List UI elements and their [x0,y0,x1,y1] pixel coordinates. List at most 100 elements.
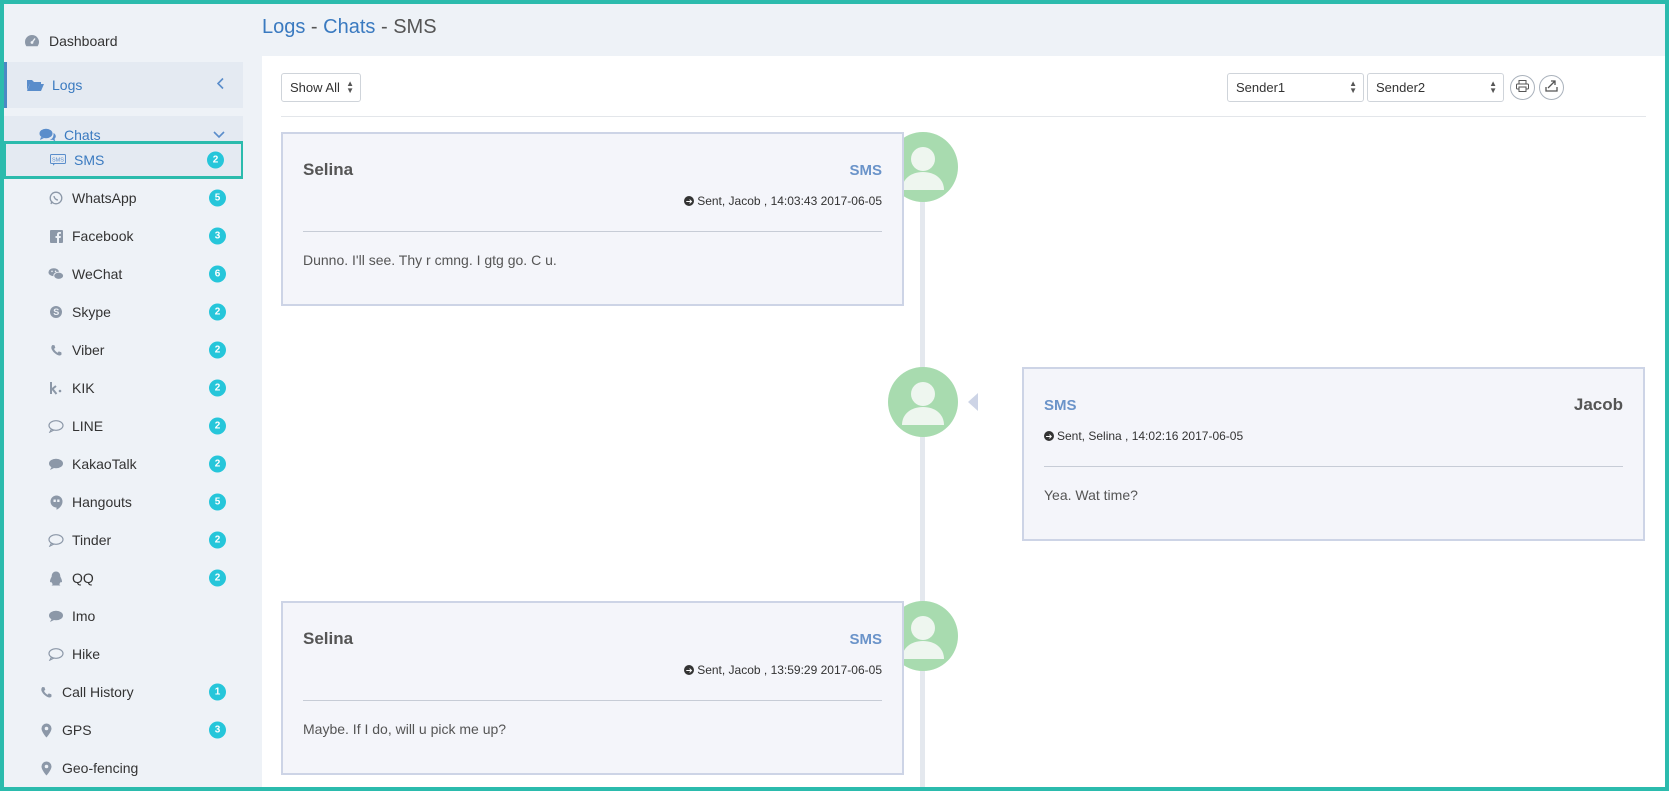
count-badge: 2 [209,303,226,321]
comment-icon [48,458,64,471]
map-marker-icon [38,761,54,776]
sidebar-item-label: Facebook [72,228,134,244]
sidebar-item-label: KIK [72,380,95,396]
comment-icon [48,610,64,623]
sender1-select-value: Sender1 [1236,80,1286,95]
sidebar-item-label: Imo [72,608,96,624]
wechat-icon [48,267,64,281]
message-sender: Selina [303,629,354,648]
count-badge: 6 [209,265,226,283]
sidebar-item-geofencing[interactable]: Geo-fencing [4,749,243,787]
sidebar-item-logs[interactable]: Logs [4,62,243,108]
count-badge: 2 [209,341,226,359]
breadcrumb-current: SMS [393,16,437,38]
sidebar-item-imo[interactable]: Imo [4,597,243,635]
select-arrows-icon: ▲ ▼ [1489,79,1497,95]
sidebar-item-line[interactable]: LINE 2 [4,407,243,445]
kik-icon [48,381,64,395]
export-button[interactable] [1539,75,1564,100]
sidebar-item-hike[interactable]: Hike [4,635,243,673]
comment-outline-icon [48,533,64,547]
sidebar-item-label: Dashboard [49,33,118,49]
print-icon [1516,79,1529,97]
sidebar-item-kik[interactable]: KIK 2 [4,369,243,407]
select-arrows-icon: ▲ ▼ [346,79,354,95]
phone-icon [38,686,54,699]
sidebar-item-label: Skype [72,304,111,320]
sidebar-item-label: Viber [72,342,105,358]
select-arrows-icon: ▲ ▼ [1349,79,1357,95]
sidebar-item-label: Call History [62,684,134,700]
message-meta-text: Sent, Jacob , 13:59:29 2017-06-05 [697,663,882,677]
sidebar-item-wechat[interactable]: WeChat 6 [4,255,243,293]
sidebar-item-whatsapp[interactable]: WhatsApp 5 [4,179,243,217]
message-channel: SMS [1044,397,1077,414]
chevron-left-icon [216,77,225,93]
comment-outline-icon [48,419,64,433]
sidebar-item-label: QQ [72,570,94,586]
message-meta: ➔ Sent, Jacob , 14:03:43 2017-06-05 [684,194,882,208]
phone-icon [48,344,64,357]
message-channel: SMS [849,162,882,179]
hangouts-icon [48,495,64,510]
sidebar-item-dashboard[interactable]: Dashboard [4,22,243,60]
count-badge: 3 [209,721,226,739]
count-badge: 2 [209,417,226,435]
sidebar-item-facebook[interactable]: Facebook 3 [4,217,243,255]
sidebar-item-call-history[interactable]: Call History 1 [4,673,243,711]
sidebar-item-tinder[interactable]: Tinder 2 [4,521,243,559]
message-text: Maybe. If I do, will u pick me up? [303,721,507,737]
map-marker-icon [38,723,54,738]
count-badge: 2 [209,455,226,473]
message-text: Dunno. I'll see. Thy r cmng. I gtg go. C… [303,252,557,268]
avatar [888,367,958,437]
toolbar-divider [281,116,1646,117]
sidebar-item-label: Hike [72,646,101,662]
message-sender: Jacob [1573,395,1623,414]
sender2-select[interactable]: Sender2 ▲ ▼ [1367,73,1504,102]
message-divider [1044,466,1623,467]
message-card: Selina SMS ➔ Sent, Jacob , 14:03:43 2017… [281,132,904,306]
sidebar-item-gps[interactable]: GPS 3 [4,711,243,749]
sidebar-item-sms[interactable]: SMS SMS 2 [4,141,243,179]
sidebar-item-label: Geo-fencing [62,760,139,776]
sidebar-item-label: Tinder [72,532,112,548]
message-card: SMS Jacob ➔ Sent, Selina , 14:02:16 2017… [1022,367,1645,541]
message-divider [303,700,882,701]
main-content: Logs - Chats - SMS Show All ▲ ▼ Sender1 ▲… [243,4,1665,787]
sidebar-item-label: WhatsApp [72,190,137,206]
message-meta: ➔ Sent, Jacob , 13:59:29 2017-06-05 [684,663,882,677]
breadcrumb-separator: - [375,16,394,38]
message-sender: Selina [303,160,354,179]
sidebar-item-kakaotalk[interactable]: KakaoTalk 2 [4,445,243,483]
count-badge: 5 [209,493,226,511]
print-button[interactable] [1510,75,1535,100]
sender1-select[interactable]: Sender1 ▲ ▼ [1227,73,1364,102]
count-badge: 1 [209,683,226,701]
content-panel: Show All ▲ ▼ Sender1 ▲ ▼ Sender2 ▲ ▼ Sel… [262,56,1665,787]
skype-icon: S [48,305,64,319]
qq-icon [48,571,64,586]
sent-icon: ➔ [684,196,695,206]
breadcrumb-logs[interactable]: Logs [262,16,305,38]
filter-select[interactable]: Show All ▲ ▼ [281,73,361,102]
sidebar-item-skype[interactable]: S Skype 2 [4,293,243,331]
sms-icon: SMS [50,154,66,166]
message-text: Yea. Wat time? [1044,487,1138,503]
timeline-line [920,166,925,787]
sender2-select-value: Sender2 [1376,80,1426,95]
sidebar-item-viber[interactable]: Viber 2 [4,331,243,369]
sidebar-item-hangouts[interactable]: Hangouts 5 [4,483,243,521]
breadcrumb: Logs - Chats - SMS [262,16,437,39]
message-meta: ➔ Sent, Selina , 14:02:16 2017-06-05 [1044,429,1243,443]
breadcrumb-chats[interactable]: Chats [323,16,375,38]
message-meta-text: Sent, Selina , 14:02:16 2017-06-05 [1057,429,1244,443]
message-pointer [968,393,978,411]
sidebar-item-qq[interactable]: QQ 2 [4,559,243,597]
count-badge: 5 [209,189,226,207]
chevron-down-icon [213,128,225,142]
filter-select-value: Show All [290,80,340,95]
sidebar-item-label: Hangouts [72,494,132,510]
sidebar: Dashboard Logs Chats SMS SMS 2 WhatsApp … [4,4,243,787]
breadcrumb-separator: - [305,16,324,38]
